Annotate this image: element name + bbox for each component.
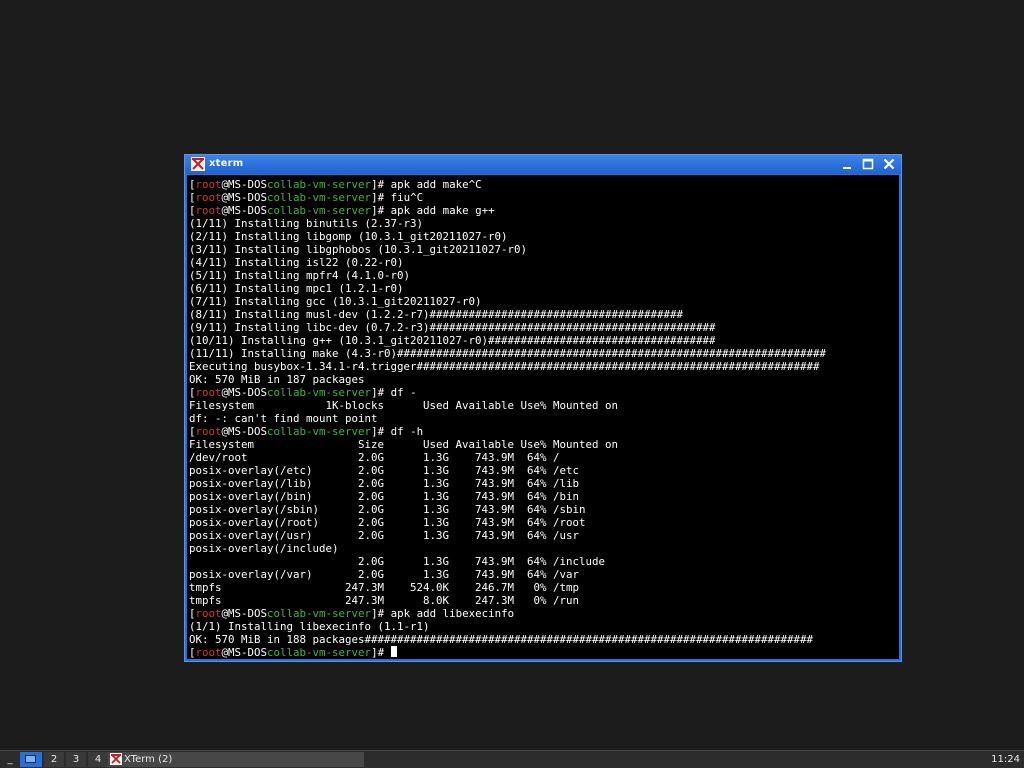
terminal-output-line: posix-overlay(/etc) 2.0G 1.3G 743.9M 64%… xyxy=(189,464,580,477)
terminal-output-line: posix-overlay(/bin) 2.0G 1.3G 743.9M 64%… xyxy=(189,490,580,503)
terminal-output-line: OK: 570 MiB in 188 packages#############… xyxy=(189,633,814,646)
workspace-2-button[interactable]: 2 xyxy=(44,752,64,767)
prompt-directory: collab-vm-server xyxy=(267,204,372,217)
minimize-icon xyxy=(843,167,851,169)
terminal-output-line: (4/11) Installing isl22 (0.22-r0) xyxy=(189,256,404,269)
prompt-directory: collab-vm-server xyxy=(267,178,372,191)
task-label: XTerm (2) xyxy=(124,754,173,765)
minimize-button[interactable] xyxy=(839,157,855,172)
terminal-prompt-line: [root@MS-DOScollab-vm-server]# xyxy=(189,646,826,659)
prompt-suffix: ]# xyxy=(371,178,391,191)
terminal-prompt-line: [root@MS-DOScollab-vm-server]# df - xyxy=(189,386,826,399)
terminal-command: df -h xyxy=(390,425,424,438)
prompt-directory: collab-vm-server xyxy=(267,646,372,659)
terminal-output-line: posix-overlay(/include) xyxy=(189,542,339,555)
terminal-output: [root@MS-DOScollab-vm-server]# apk add m… xyxy=(189,178,826,659)
terminal-output-line: df: -: can't find mount point xyxy=(189,412,378,425)
xterm-window[interactable]: xterm [root@MS-DOScollab-vm-server]# apk… xyxy=(184,154,902,662)
prompt-user: root xyxy=(195,425,222,438)
terminal-prompt-line: [root@MS-DOScollab-vm-server]# fiu^C xyxy=(189,191,826,204)
terminal-output-line: Filesystem Size Used Available Use% Moun… xyxy=(189,438,619,451)
terminal-output-line: (1/11) Installing binutils (2.37-r3) xyxy=(189,217,424,230)
terminal-output-line: /dev/root 2.0G 1.3G 743.9M 64% / xyxy=(189,451,560,464)
xterm-icon xyxy=(110,753,122,765)
terminal-prompt-line: [root@MS-DOScollab-vm-server]# apk add m… xyxy=(189,204,826,217)
terminal-output-line: posix-overlay(/sbin) 2.0G 1.3G 743.9M 64… xyxy=(189,503,586,516)
terminal-area[interactable]: [root@MS-DOScollab-vm-server]# apk add m… xyxy=(187,175,899,659)
terminal-output-line: Executing busybox-1.34.1-r4.trigger#####… xyxy=(189,360,820,373)
close-button[interactable] xyxy=(881,157,897,172)
prompt-suffix: ]# xyxy=(371,191,391,204)
text-cursor xyxy=(390,646,397,657)
workspace-3-button[interactable]: 3 xyxy=(66,752,86,767)
close-icon xyxy=(883,158,895,170)
prompt-host: @MS-DOS xyxy=(221,646,268,659)
maximize-button[interactable] xyxy=(860,157,876,172)
prompt-host: @MS-DOS xyxy=(221,607,268,620)
prompt-suffix: ]# xyxy=(371,386,391,399)
prompt-suffix: ]# xyxy=(371,204,391,217)
menu-button[interactable]: _ xyxy=(3,752,17,767)
prompt-host: @MS-DOS xyxy=(221,204,268,217)
terminal-output-line: (10/11) Installing g++ (10.3.1_git202110… xyxy=(189,334,716,347)
prompt-directory: collab-vm-server xyxy=(267,191,372,204)
terminal-output-line: 2.0G 1.3G 743.9M 64% /include xyxy=(189,555,606,568)
terminal-output-line: tmpfs 247.3M 524.0K 246.7M 0% /tmp xyxy=(189,581,580,594)
prompt-user: root xyxy=(195,386,222,399)
terminal-output-line: (2/11) Installing libgomp (10.3.1_git202… xyxy=(189,230,508,243)
terminal-output-line: posix-overlay(/lib) 2.0G 1.3G 743.9M 64%… xyxy=(189,477,580,490)
prompt-user: root xyxy=(195,178,222,191)
terminal-output-line: (7/11) Installing gcc (10.3.1_git2021102… xyxy=(189,295,482,308)
xterm-icon xyxy=(191,157,205,171)
terminal-prompt-line: [root@MS-DOScollab-vm-server]# apk add l… xyxy=(189,607,826,620)
terminal-prompt-line: [root@MS-DOScollab-vm-server]# apk add m… xyxy=(189,178,826,191)
terminal-prompt-line: [root@MS-DOScollab-vm-server]# df -h xyxy=(189,425,826,438)
terminal-output-line: (6/11) Installing mpc1 (1.2.1-r0) xyxy=(189,282,404,295)
terminal-output-line: (3/11) Installing libgphobos (10.3.1_git… xyxy=(189,243,528,256)
desktop: xterm [root@MS-DOScollab-vm-server]# apk… xyxy=(0,0,1024,750)
terminal-output-line: (8/11) Installing musl-dev (1.2.2-r7)###… xyxy=(189,308,684,321)
taskbar-xterm-task[interactable]: XTerm (2) xyxy=(108,752,364,767)
prompt-user: root xyxy=(195,191,222,204)
prompt-suffix: ]# xyxy=(371,607,391,620)
workspace-4-button[interactable]: 4 xyxy=(88,752,108,767)
workspace-1-button[interactable] xyxy=(20,752,42,767)
prompt-suffix: ]# xyxy=(371,425,391,438)
terminal-output-line: (5/11) Installing mpfr4 (4.1.0-r0) xyxy=(189,269,411,282)
prompt-host: @MS-DOS xyxy=(221,191,268,204)
terminal-output-line: tmpfs 247.3M 8.0K 247.3M 0% /run xyxy=(189,594,580,607)
window-title: xterm xyxy=(209,158,244,169)
prompt-user: root xyxy=(195,204,222,217)
prompt-user: root xyxy=(195,646,222,659)
terminal-command: fiu^C xyxy=(390,191,424,204)
terminal-command: apk add make^C xyxy=(390,178,482,191)
terminal-output-line: (1/1) Installing libexecinfo (1.1-r1) xyxy=(189,620,430,633)
terminal-command: df - xyxy=(390,386,417,399)
terminal-command: apk add make g++ xyxy=(390,204,495,217)
terminal-output-line: Filesystem 1K-blocks Used Available Use%… xyxy=(189,399,619,412)
terminal-command: apk add libexecinfo xyxy=(390,607,515,620)
prompt-host: @MS-DOS xyxy=(221,425,268,438)
taskbar: _ 2 3 4 XTerm (2) 11:24 xyxy=(0,750,1024,768)
terminal-output-line: (11/11) Installing make (4.3-r0)########… xyxy=(189,347,827,360)
prompt-directory: collab-vm-server xyxy=(267,386,372,399)
terminal-output-line: posix-overlay(/root) 2.0G 1.3G 743.9M 64… xyxy=(189,516,586,529)
prompt-directory: collab-vm-server xyxy=(267,607,372,620)
prompt-user: root xyxy=(195,607,222,620)
terminal-output-line: posix-overlay(/usr) 2.0G 1.3G 743.9M 64%… xyxy=(189,529,580,542)
prompt-host: @MS-DOS xyxy=(221,386,268,399)
terminal-output-line: posix-overlay(/var) 2.0G 1.3G 743.9M 64%… xyxy=(189,568,580,581)
workspace-window-icon xyxy=(25,755,36,763)
prompt-directory: collab-vm-server xyxy=(267,425,372,438)
clock: 11:24 xyxy=(991,754,1020,765)
prompt-host: @MS-DOS xyxy=(221,178,268,191)
maximize-icon xyxy=(862,158,874,170)
terminal-output-line: OK: 570 MiB in 187 packages xyxy=(189,373,365,386)
title-bar[interactable]: xterm xyxy=(185,155,901,174)
terminal-output-line: (9/11) Installing libc-dev (0.7.2-r3)###… xyxy=(189,321,716,334)
prompt-suffix: ]# xyxy=(371,646,391,659)
